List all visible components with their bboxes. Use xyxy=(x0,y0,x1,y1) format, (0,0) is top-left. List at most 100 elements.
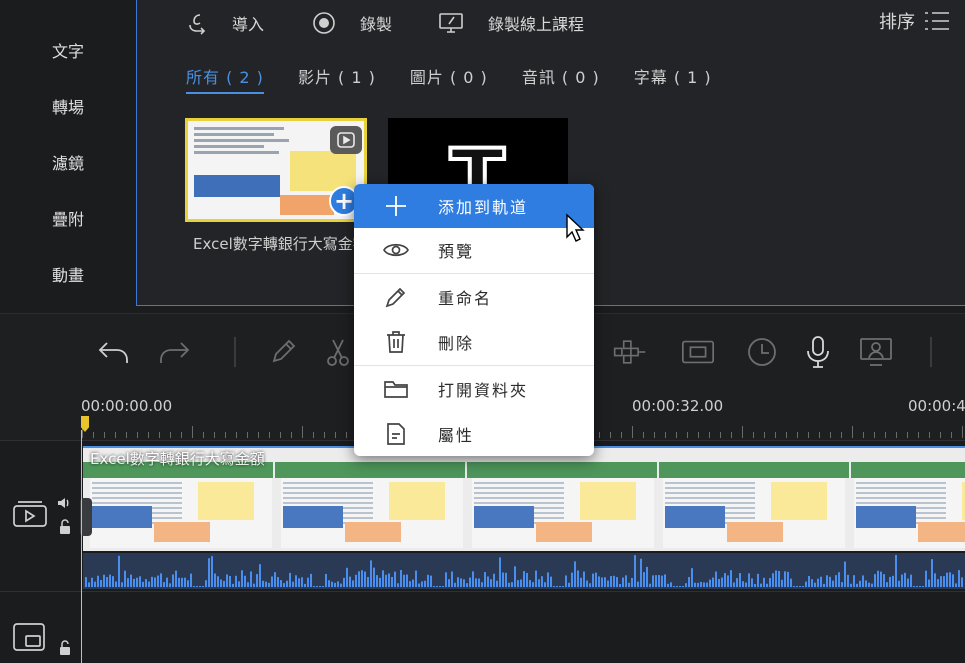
waveform-bar xyxy=(952,574,954,587)
waveform-bar xyxy=(91,577,93,587)
waveform-bar xyxy=(631,577,633,587)
waveform-bar xyxy=(724,573,726,587)
voiceover-button[interactable] xyxy=(800,334,836,370)
overlay-track-area[interactable] xyxy=(82,592,965,663)
mosaic-button[interactable] xyxy=(612,334,648,370)
tab-all[interactable]: 所有 ( 2 ) xyxy=(186,64,264,94)
edit-button[interactable] xyxy=(265,334,301,370)
menu-item-rename[interactable]: 重命名 xyxy=(354,275,594,319)
waveform-bar xyxy=(331,581,333,587)
ruler-tick xyxy=(610,432,611,438)
waveform-bar xyxy=(160,573,162,587)
waveform-bar xyxy=(385,574,387,587)
tab-audio[interactable]: 音訊 ( 0 ) xyxy=(522,64,600,94)
waveform-bar xyxy=(832,580,834,587)
waveform-bar xyxy=(409,581,411,587)
waveform-bar xyxy=(841,582,843,587)
waveform-bar xyxy=(517,580,519,587)
ruler-tick xyxy=(731,432,732,438)
lock-icon[interactable] xyxy=(58,519,72,535)
waveform-bar xyxy=(544,582,546,587)
ruler-time-label: 00:00:32.00 xyxy=(632,397,724,415)
waveform-bar xyxy=(151,576,153,587)
waveform-bar xyxy=(403,574,405,587)
ruler-tick xyxy=(896,432,897,438)
tab-subtitle[interactable]: 字幕 ( 1 ) xyxy=(634,64,712,94)
lock-icon[interactable] xyxy=(58,640,72,656)
waveform-bar xyxy=(781,579,783,587)
menu-item-preview[interactable]: 預覽 xyxy=(354,228,594,272)
ruler-tick xyxy=(324,432,325,438)
pencil-icon xyxy=(272,339,296,363)
speed-button[interactable] xyxy=(744,334,780,370)
ruler-tick xyxy=(874,432,875,438)
ruler-tick xyxy=(797,432,798,438)
record-button[interactable]: 錄製 xyxy=(312,10,392,36)
waveform-bar xyxy=(799,586,801,587)
tab-video[interactable]: 影片 ( 1 ) xyxy=(298,64,376,94)
waveform-bar xyxy=(181,577,183,587)
menu-item-properties[interactable]: 屬性 xyxy=(354,412,594,456)
ruler-tick xyxy=(830,432,831,438)
nav-item-filter[interactable]: 濾鏡 xyxy=(0,150,136,174)
speaker-icon[interactable] xyxy=(56,495,72,511)
ruler-time-label: 00:00:00.00 xyxy=(81,397,173,415)
undo-button[interactable] xyxy=(96,334,132,370)
waveform-bar xyxy=(664,574,666,587)
waveform-bar xyxy=(418,583,420,587)
ruler-tick xyxy=(786,432,787,438)
menu-item-open-folder[interactable]: 打開資料夾 xyxy=(354,367,594,411)
waveform-bar xyxy=(202,586,204,587)
crop-button[interactable] xyxy=(680,334,716,370)
waveform-bar xyxy=(199,586,201,587)
waveform-bar xyxy=(379,577,381,587)
record-course-button[interactable]: 錄製線上課程 xyxy=(438,10,584,36)
record-label: 錄製 xyxy=(360,15,393,34)
sort-button[interactable]: 排序 xyxy=(879,8,951,34)
import-button[interactable]: 導入 xyxy=(186,10,264,36)
ruler-tick xyxy=(258,432,259,438)
screen-presenter-button[interactable] xyxy=(858,334,894,370)
waveform-bar xyxy=(709,579,711,587)
waveform-bar xyxy=(148,581,150,587)
nav-item-transition[interactable]: 轉場 xyxy=(0,94,136,118)
audio-waveform[interactable] xyxy=(83,553,965,589)
redo-button[interactable] xyxy=(156,334,192,370)
ruler-tick xyxy=(126,432,127,438)
ruler-tick xyxy=(335,432,336,438)
waveform-bar xyxy=(439,586,441,587)
waveform-bar xyxy=(226,574,228,587)
waveform-bar xyxy=(346,567,348,587)
waveform-bar xyxy=(373,567,375,587)
nav-item-animation[interactable]: 動畫 xyxy=(0,262,136,286)
ruler-tick xyxy=(93,432,94,438)
waveform-bar xyxy=(163,582,165,587)
menu-item-add-to-track[interactable]: 添加到軌道 xyxy=(354,184,594,228)
split-button[interactable] xyxy=(320,334,356,370)
nav-item-text[interactable]: 文字 xyxy=(0,38,136,62)
ruler-tick xyxy=(654,432,655,438)
waveform-bar xyxy=(478,578,480,587)
redo-icon xyxy=(160,342,190,363)
waveform-bar xyxy=(892,575,894,587)
waveform-bar xyxy=(958,570,960,587)
nav-item-overlay[interactable]: 疊附 xyxy=(0,206,136,230)
scissors-icon xyxy=(327,339,349,366)
waveform-bar xyxy=(853,575,855,587)
waveform-bar xyxy=(886,582,888,587)
tab-image[interactable]: 圖片 ( 0 ) xyxy=(410,64,488,94)
waveform-bar xyxy=(742,581,744,587)
waveform-bar xyxy=(619,583,621,587)
waveform-bar xyxy=(823,583,825,587)
waveform-bar xyxy=(793,586,795,587)
menu-item-delete[interactable]: 刪除 xyxy=(354,320,594,364)
waveform-bar xyxy=(871,583,873,587)
waveform-bar xyxy=(382,570,384,587)
waveform-bar xyxy=(481,582,483,587)
ruler-tick xyxy=(170,432,171,438)
waveform-bar xyxy=(838,572,840,587)
waveform-bar xyxy=(766,583,768,587)
waveform-bar xyxy=(637,581,639,587)
record-course-label: 錄製線上課程 xyxy=(488,15,585,34)
ruler-tick xyxy=(313,432,314,438)
